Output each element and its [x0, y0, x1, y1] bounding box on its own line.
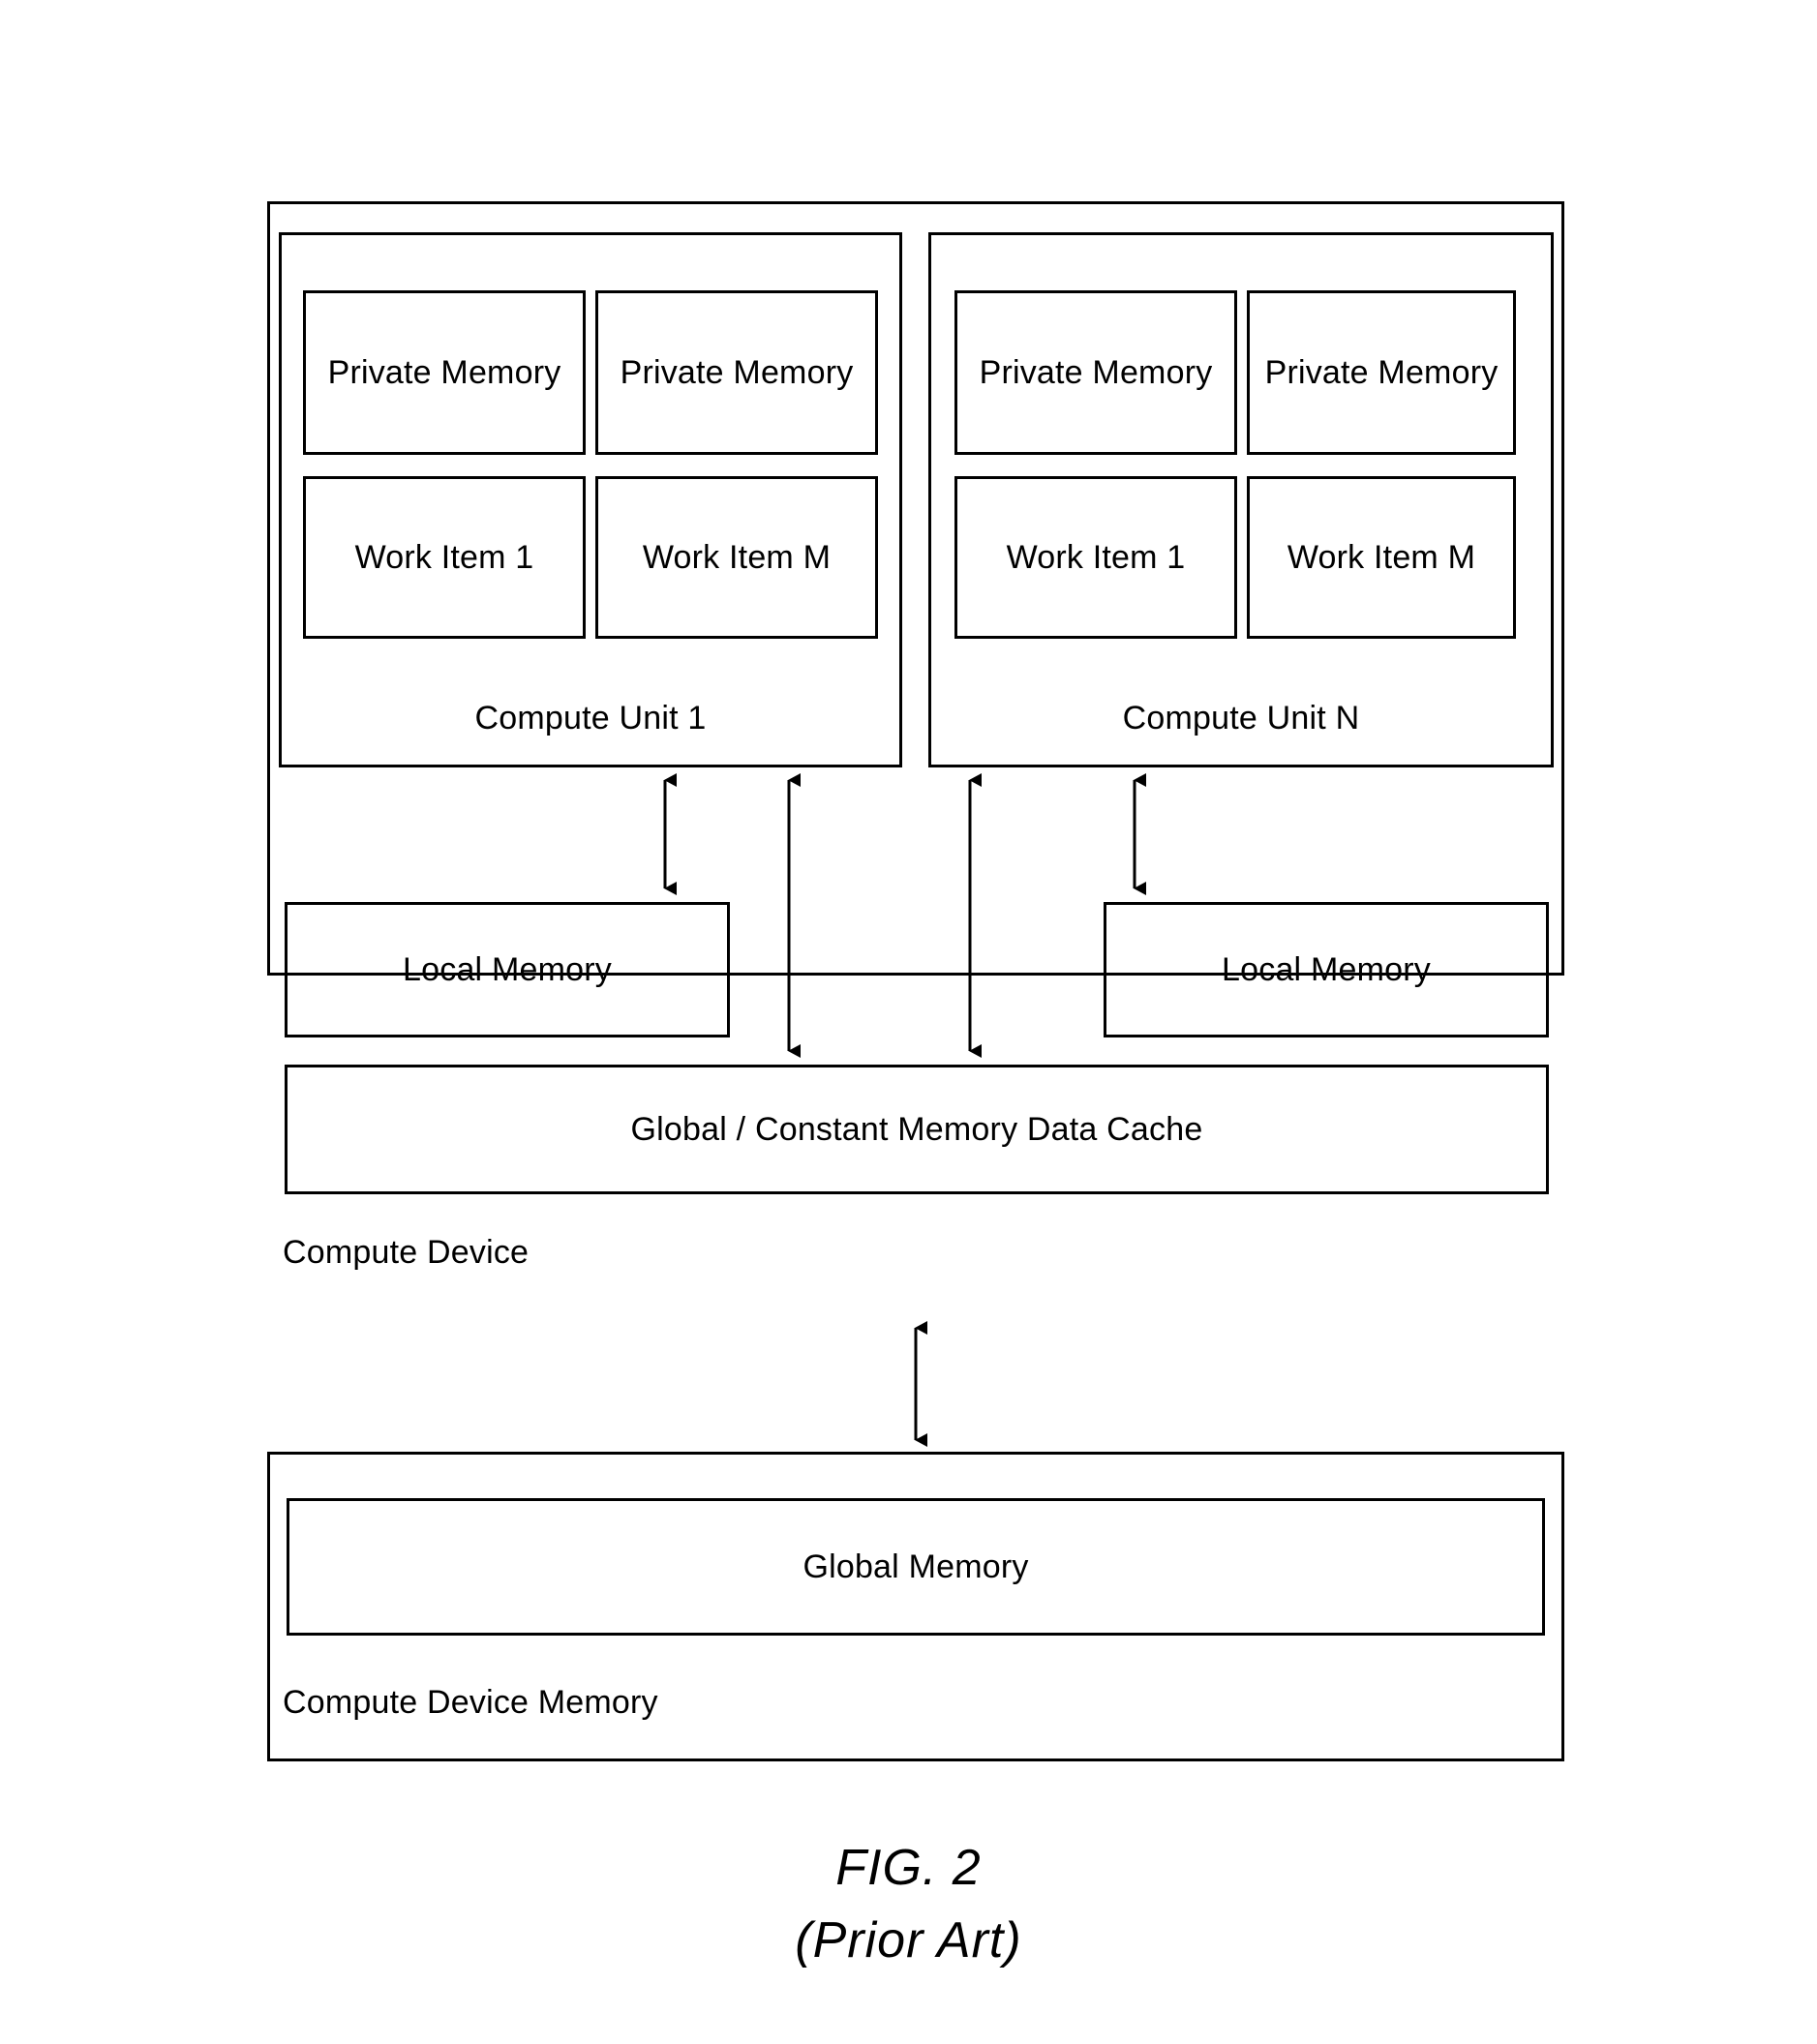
compute-unit-1-label: Compute Unit 1 [474, 700, 707, 736]
private-memory-box: Private Memory [1247, 290, 1516, 455]
private-memory-label: Private Memory [327, 353, 561, 391]
compute-unit-n-label: Compute Unit N [1122, 700, 1360, 736]
global-constant-memory-data-cache-label: Global / Constant Memory Data Cache [630, 1110, 1203, 1148]
work-item-label: Work Item M [642, 538, 832, 576]
local-memory-box-right: Local Memory [1104, 902, 1549, 1037]
work-item-label: Work Item 1 [354, 538, 534, 576]
work-item-box: Work Item 1 [303, 476, 586, 639]
global-memory-label: Global Memory [803, 1548, 1029, 1585]
figure-canvas: Compute Device Private Memory Private Me… [0, 0, 1817, 2044]
global-constant-memory-data-cache-box: Global / Constant Memory Data Cache [285, 1065, 1549, 1194]
figure-caption-line-1: FIG. 2 [835, 1840, 982, 1896]
local-memory-label: Local Memory [403, 950, 612, 988]
local-memory-box-left: Local Memory [285, 902, 730, 1037]
global-memory-box: Global Memory [287, 1498, 1545, 1636]
work-item-box: Work Item M [595, 476, 878, 639]
work-item-label: Work Item 1 [1006, 538, 1186, 576]
work-item-box: Work Item M [1247, 476, 1516, 639]
local-memory-label: Local Memory [1222, 950, 1431, 988]
private-memory-box: Private Memory [954, 290, 1237, 455]
private-memory-label: Private Memory [1264, 353, 1499, 391]
private-memory-box: Private Memory [595, 290, 878, 455]
figure-caption-line-2: (Prior Art) [795, 1912, 1022, 1969]
private-memory-box: Private Memory [303, 290, 586, 455]
work-item-box: Work Item 1 [954, 476, 1237, 639]
compute-device-label: Compute Device [283, 1234, 530, 1271]
compute-device-memory-label: Compute Device Memory [283, 1684, 658, 1721]
work-item-label: Work Item M [1287, 538, 1476, 576]
private-memory-label: Private Memory [979, 353, 1213, 391]
private-memory-label: Private Memory [620, 353, 854, 391]
